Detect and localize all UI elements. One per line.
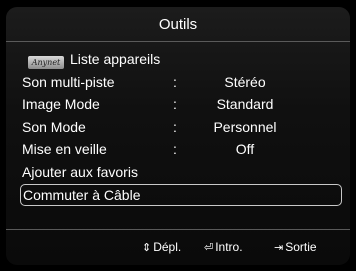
move-label: Dépl. — [153, 240, 182, 254]
menu-item-label: Ajouter aux favoris — [22, 163, 138, 180]
enter-hint: ⏎ Intro. — [204, 240, 243, 254]
exit-icon: ⇥ — [274, 242, 284, 254]
menu-item-label: Mise en veille — [22, 141, 107, 157]
exit-label: Sortie — [285, 240, 317, 254]
exit-hint: ⇥ Sortie — [274, 240, 317, 254]
menu-item-value: Off — [235, 141, 255, 157]
button-guide: ⇕ Dépl. ⏎ Intro. ⇥ Sortie — [6, 229, 350, 265]
menu-list: Anynet Liste appareils Son multi-piste : … — [20, 48, 342, 206]
separator: : — [173, 96, 177, 112]
menu-item-sleep-timer[interactable]: Mise en veille : Off — [20, 138, 340, 161]
menu-item-label: Image Mode — [22, 96, 100, 112]
separator: : — [173, 118, 177, 135]
menu-item-label: Son Mode — [22, 118, 86, 135]
menu-item-label: Son multi-piste — [22, 73, 115, 90]
up-down-arrows-icon: ⇕ — [142, 242, 152, 254]
anynet-logo-icon: Anynet — [28, 56, 64, 69]
move-hint: ⇕ Dépl. — [142, 240, 181, 254]
menu-item-picture-mode[interactable]: Image Mode : Standard — [20, 93, 340, 116]
tools-menu-panel: Outils Anynet Liste appareils Son multi-p… — [6, 7, 350, 265]
menu-item-value: Stéréo — [224, 73, 266, 90]
menu-item-sound-mode[interactable]: Son Mode : Personnel — [20, 116, 340, 139]
enter-icon: ⏎ — [204, 242, 214, 254]
title-bar: Outils — [6, 7, 350, 42]
menu-item-switch-to-cable[interactable]: Commuter à Câble — [20, 184, 342, 206]
menu-item-multitrack-sound[interactable]: Son multi-piste : Stéréo — [20, 71, 340, 94]
menu-item-add-favorites[interactable]: Ajouter aux favoris — [20, 161, 340, 184]
menu-item-label: Liste appareils — [70, 51, 161, 67]
menu-item-device-list[interactable]: Anynet Liste appareils — [20, 48, 340, 71]
menu-item-label: Commuter à Câble — [23, 187, 141, 203]
enter-label: Intro. — [215, 240, 243, 254]
separator: : — [173, 73, 177, 90]
menu-item-value: Personnel — [213, 118, 277, 135]
menu-item-value: Standard — [216, 96, 274, 112]
menu-title: Outils — [158, 15, 198, 33]
separator: : — [173, 141, 177, 157]
